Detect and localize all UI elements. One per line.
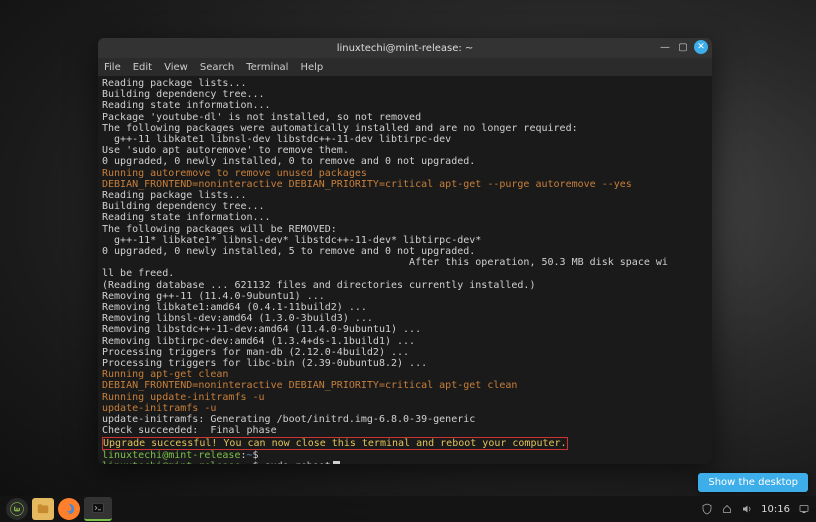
terminal-window: linuxtechi@mint-release: ~ — ▢ ✕ File Ed… — [98, 38, 712, 464]
start-menu-button[interactable] — [6, 498, 28, 520]
menu-view[interactable]: View — [164, 62, 188, 73]
terminal-icon — [91, 501, 105, 515]
files-button[interactable] — [32, 498, 54, 520]
window-titlebar[interactable]: linuxtechi@mint-release: ~ — ▢ ✕ — [98, 38, 712, 58]
menu-terminal[interactable]: Terminal — [246, 62, 288, 73]
show-desktop-button[interactable] — [798, 503, 810, 515]
taskbar-right: 10:16 — [701, 503, 810, 515]
desktop: linuxtechi@mint-release: ~ — ▢ ✕ File Ed… — [0, 0, 816, 522]
mint-logo-icon — [10, 502, 24, 516]
firefox-icon — [62, 502, 76, 516]
menu-file[interactable]: File — [104, 62, 121, 73]
shield-icon[interactable] — [701, 503, 713, 515]
show-desktop-tooltip: Show the desktop — [698, 473, 808, 492]
network-icon[interactable] — [721, 503, 733, 515]
folder-icon — [36, 502, 50, 516]
menubar: File Edit View Search Terminal Help — [98, 58, 712, 76]
maximize-button[interactable]: ▢ — [676, 40, 690, 54]
menu-search[interactable]: Search — [200, 62, 234, 73]
clock[interactable]: 10:16 — [761, 504, 790, 515]
menu-help[interactable]: Help — [300, 62, 323, 73]
terminal-body[interactable]: Reading package lists... Building depend… — [98, 76, 712, 464]
taskbar: 10:16 — [0, 496, 816, 522]
volume-icon[interactable] — [741, 503, 753, 515]
firefox-button[interactable] — [58, 498, 80, 520]
menu-edit[interactable]: Edit — [133, 62, 152, 73]
window-controls: — ▢ ✕ — [658, 40, 708, 54]
window-title: linuxtechi@mint-release: ~ — [337, 43, 474, 54]
taskbar-left — [6, 497, 112, 521]
minimize-button[interactable]: — — [658, 40, 672, 54]
taskbar-terminal-button[interactable] — [84, 497, 112, 521]
close-button[interactable]: ✕ — [694, 40, 708, 54]
